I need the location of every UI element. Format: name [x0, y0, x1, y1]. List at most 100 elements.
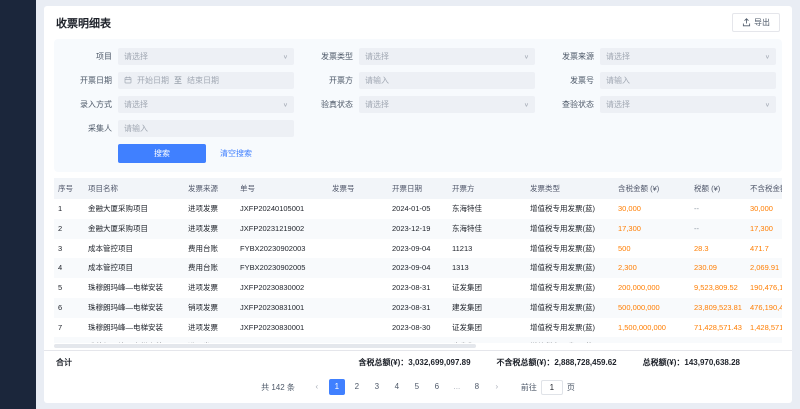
- table-cell: 证发集团: [448, 278, 526, 298]
- page-title: 收票明细表: [56, 15, 111, 31]
- table-row: 2金融大厦采购项目进项发票JXFP202312190022023-12-19东海…: [54, 219, 782, 239]
- check-status-select[interactable]: 请选择 ∨: [600, 96, 776, 113]
- table-cell: 2023-08-31: [388, 298, 448, 318]
- table-cell: 东海特佳: [448, 219, 526, 239]
- page-jump-input[interactable]: [541, 380, 563, 395]
- table-cell: 17,300: [614, 219, 690, 239]
- table-cell: 500,000,000: [614, 298, 690, 318]
- table-cell: 增值税专用发票(蓝): [526, 278, 614, 298]
- pagination-total-text: 共 142 条: [261, 382, 295, 393]
- invoice-source-label: 发票来源: [536, 51, 594, 62]
- table-cell: 进项发票: [184, 337, 236, 343]
- table-cell: [328, 337, 388, 343]
- column-header-10: 不含税金额 (¥): [746, 178, 782, 199]
- table-cell: 金融大厦采购项目: [84, 219, 184, 239]
- table-cell: 190,476,190.48: [746, 278, 782, 298]
- table-cell: [328, 318, 388, 338]
- table-cell: 2023-08-30: [388, 337, 448, 343]
- table-cell: JXFP20231219002: [236, 219, 328, 239]
- table-cell: 珠穆朗玛峰—电梯安装: [84, 318, 184, 338]
- table-cell: 500: [614, 239, 690, 259]
- column-header-1: 项目名称: [84, 178, 184, 199]
- table-cell: 进项发票: [184, 219, 236, 239]
- entry-method-select[interactable]: 请选择 ∨: [118, 96, 294, 113]
- table-cell: 200,000,000: [614, 278, 690, 298]
- table-cell: 7: [54, 318, 84, 338]
- collector-input[interactable]: [118, 120, 294, 137]
- page-ellipsis[interactable]: ...: [449, 379, 465, 395]
- column-header-8: 含税金额 (¥): [614, 178, 690, 199]
- table-row: 4成本管控项目费用台账FYBX202309020052023-09-041313…: [54, 258, 782, 278]
- total-incl-tax: 含税总额(¥)：3,032,699,097.89: [358, 357, 470, 368]
- table-cell: 费用台账: [184, 239, 236, 259]
- table-cell: 2,069.91: [746, 258, 782, 278]
- table-cell: 增值税专用发票(蓝): [526, 239, 614, 259]
- table-cell: --: [690, 199, 746, 219]
- table-cell: 成本管控项目: [84, 239, 184, 259]
- jump-prefix: 前往: [521, 382, 537, 393]
- next-page-button[interactable]: ›: [489, 379, 505, 395]
- project-label: 项目: [54, 51, 112, 62]
- page-button-5[interactable]: 5: [409, 379, 425, 395]
- table-cell: 2023-09-04: [388, 239, 448, 259]
- page-button-8[interactable]: 8: [469, 379, 485, 395]
- table-row: 3成本管控项目费用台账FYBX202309020032023-09-041121…: [54, 239, 782, 259]
- page-button-2[interactable]: 2: [349, 379, 365, 395]
- table-cell: 费用台账: [184, 258, 236, 278]
- verify-status-select[interactable]: 请选择 ∨: [359, 96, 535, 113]
- project-select[interactable]: 请选择 ∨: [118, 48, 294, 65]
- search-button[interactable]: 搜索: [118, 144, 206, 163]
- invoice-type-select[interactable]: 请选择 ∨: [359, 48, 535, 65]
- date-separator: 至: [174, 75, 182, 86]
- content-card: 收票明细表 导出 项目 请选择 ∨: [44, 6, 792, 403]
- page-button-4[interactable]: 4: [389, 379, 405, 395]
- table-cell: 建发集团: [448, 337, 526, 343]
- page-button-6[interactable]: 6: [429, 379, 445, 395]
- export-button[interactable]: 导出: [732, 13, 780, 32]
- column-header-5: 开票日期: [388, 178, 448, 199]
- invoice-date-label: 开票日期: [54, 75, 112, 86]
- table-cell: 23,809,523.81: [690, 337, 746, 343]
- table-cell: 476,190,476.19: [746, 337, 782, 343]
- table-cell: 1: [54, 199, 84, 219]
- issuer-input[interactable]: [359, 72, 535, 89]
- table-cell: 500,000,000: [614, 337, 690, 343]
- table-cell: 销项发票: [184, 298, 236, 318]
- table-cell: JXFP20230830002: [236, 278, 328, 298]
- table-cell: 11213: [448, 239, 526, 259]
- invoice-source-select[interactable]: 请选择 ∨: [600, 48, 776, 65]
- table-row: 7珠穆朗玛峰—电梯安装进项发票JXFP202308300012023-08-30…: [54, 318, 782, 338]
- page-jumper: 前往 页: [521, 380, 575, 395]
- export-label: 导出: [754, 17, 770, 28]
- table-cell: 4: [54, 258, 84, 278]
- clear-search-button[interactable]: 清空搜索: [220, 148, 252, 159]
- invoice-no-input[interactable]: [600, 72, 776, 89]
- column-header-7: 发票类型: [526, 178, 614, 199]
- entry-method-select-placeholder: 请选择: [124, 99, 148, 110]
- chevron-down-icon: ∨: [524, 53, 529, 59]
- table-cell: 成本管控项目: [84, 258, 184, 278]
- table-cell: JXFP20230830003: [236, 337, 328, 343]
- table-cell: [328, 258, 388, 278]
- table-cell: 17,300: [746, 219, 782, 239]
- column-header-0: 序号: [54, 178, 84, 199]
- filter-panel: 项目 请选择 ∨ 发票类型 请选择 ∨ 发票来源 请选择: [54, 39, 782, 172]
- invoice-no-label: 发票号: [536, 75, 594, 86]
- table-cell: 珠穆朗玛峰—电梯安装: [84, 278, 184, 298]
- table-cell: 珠穆朗玛峰—电梯安装: [84, 337, 184, 343]
- invoice-date-range-picker[interactable]: 开始日期 至 结束日期: [118, 72, 294, 89]
- page-button-3[interactable]: 3: [369, 379, 385, 395]
- page-button-1[interactable]: 1: [329, 379, 345, 395]
- chevron-down-icon: ∨: [524, 101, 529, 107]
- horizontal-scrollbar-thumb[interactable]: [54, 344, 476, 348]
- column-header-2: 发票来源: [184, 178, 236, 199]
- total-excl-tax: 不含税总额(¥)：2,888,728,459.62: [497, 357, 617, 368]
- table-row: 6珠穆朗玛峰—电梯安装销项发票JXFP202308310012023-08-31…: [54, 298, 782, 318]
- table-cell: 进项发票: [184, 318, 236, 338]
- collector-label: 采集人: [54, 123, 112, 134]
- chevron-down-icon: ∨: [765, 53, 770, 59]
- invoice-type-label: 发票类型: [295, 51, 353, 62]
- prev-page-button[interactable]: ‹: [309, 379, 325, 395]
- table-cell: 6: [54, 298, 84, 318]
- entry-method-label: 录入方式: [54, 99, 112, 110]
